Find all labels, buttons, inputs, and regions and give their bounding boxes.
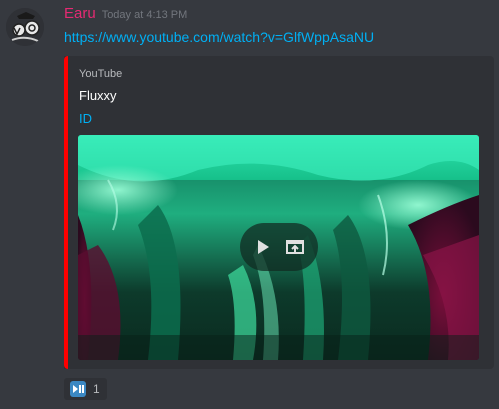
embed-author-link[interactable]: ID <box>79 111 92 126</box>
timestamp: Today at 4:13 PM <box>101 9 188 21</box>
play-icon <box>258 240 269 254</box>
video-controls <box>240 223 318 271</box>
embed-title: Fluxxy <box>79 88 117 103</box>
username[interactable]: Earu <box>64 5 96 22</box>
embed-provider: YouTube <box>79 68 123 80</box>
open-external-icon <box>286 240 304 254</box>
reaction-button[interactable]: 1 <box>64 378 107 400</box>
video-thumbnail[interactable] <box>78 135 479 360</box>
play-button[interactable] <box>252 236 274 258</box>
avatar-icon <box>6 8 44 46</box>
reaction-count: 1 <box>93 382 100 396</box>
message-header: Earu Today at 4:13 PM <box>64 5 187 23</box>
avatar[interactable] <box>6 8 44 46</box>
play-pause-button-icon <box>70 381 86 397</box>
link-embed: YouTube Fluxxy ID <box>64 56 494 369</box>
message-link[interactable]: https://www.youtube.com/watch?v=GlfWppAs… <box>64 29 374 45</box>
chat-message: Earu Today at 4:13 PM https://www.youtub… <box>0 0 499 409</box>
embed-accent-bar <box>64 56 68 369</box>
open-external-button[interactable] <box>284 236 306 258</box>
